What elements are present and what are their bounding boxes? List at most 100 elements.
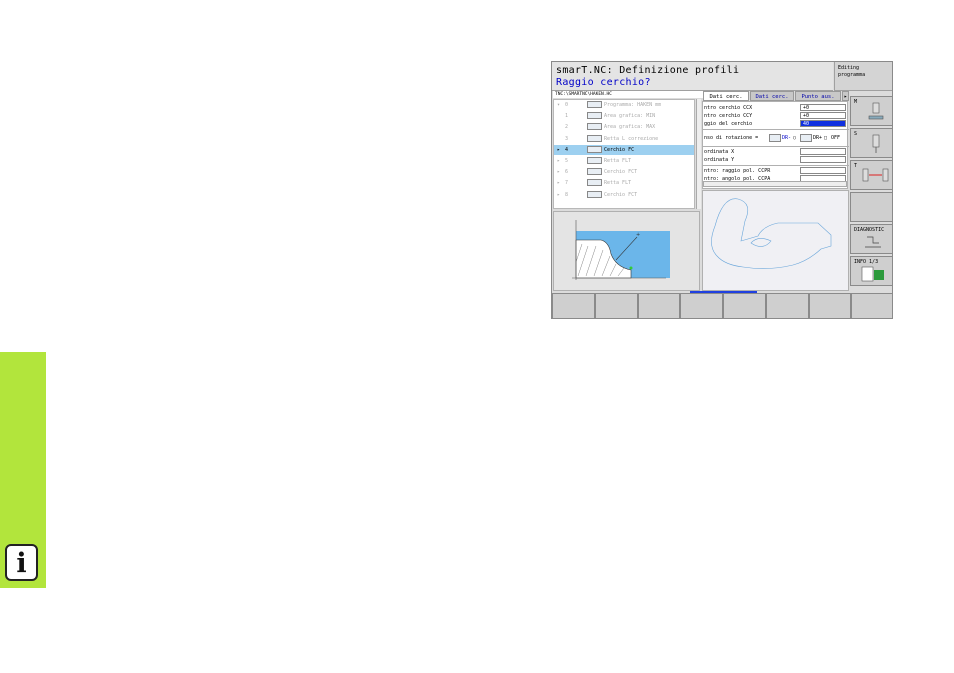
expand-arrow-icon[interactable]: ▸ <box>557 190 560 200</box>
contour-element-icon <box>587 145 602 153</box>
x-row: ordinata X <box>703 148 849 156</box>
dr-minus-option[interactable]: DR- <box>782 132 791 144</box>
softkey[interactable] <box>594 293 638 318</box>
side-button-label: T <box>854 163 858 169</box>
tree-item[interactable]: ▸ 7 Retta FLT <box>554 178 694 188</box>
softkey[interactable] <box>765 293 809 318</box>
rotation-row: nso di rotazione = DR- ○ DR+ □ OFF <box>703 132 849 144</box>
contour-element-icon <box>587 134 602 142</box>
ccy-label: ntro cerchio CCY <box>704 113 753 119</box>
off-checkbox[interactable]: □ <box>824 132 827 144</box>
info-button[interactable]: INFO 1/3 <box>850 256 892 286</box>
x-field[interactable] <box>800 148 846 155</box>
radius-field[interactable]: 40 <box>800 120 846 127</box>
softkey[interactable] <box>680 293 723 318</box>
expand-arrow-icon[interactable]: ▸ <box>557 156 560 166</box>
side-button-label: DIAGNOSTIC <box>854 227 885 233</box>
tree-item-number: 2 <box>565 124 569 131</box>
diagnostic-button[interactable]: DIAGNOSTIC <box>850 224 892 254</box>
mode-indicator: Editing programma <box>834 62 892 91</box>
expand-arrow-icon[interactable]: ▸ <box>557 145 560 155</box>
tree-item[interactable]: ▸ 6 Cerchio FCT <box>554 167 694 177</box>
side-button-s[interactable]: S <box>850 128 892 158</box>
tree-item[interactable]: 1 Area grafica: MIN <box>554 111 694 121</box>
tab-circle-data-1[interactable]: Dati cerc. <box>703 91 749 101</box>
rotation-label: nso di rotazione = <box>704 135 759 141</box>
info-panel-icon <box>861 266 884 282</box>
y-label: ordinata Y <box>704 157 735 163</box>
tree-item-label: Area grafica: MIN <box>604 113 656 120</box>
svg-text:+: + <box>636 232 640 238</box>
tree-item-number: 7 <box>565 180 569 187</box>
title-bar: smarT.NC: Definizione profili Raggio cer… <box>552 62 833 91</box>
tree-item-label: Cerchio FCT <box>604 191 638 198</box>
tree-item[interactable]: ▸ 4 Cerchio FC <box>554 144 694 155</box>
tree-item[interactable]: 3 Retta L correzione <box>554 134 694 144</box>
form-scrollbar[interactable] <box>703 181 847 187</box>
tree-item-label: Retta FLT <box>604 180 632 187</box>
tree-scrollbar[interactable] <box>696 99 701 209</box>
radius-label: ggio del cerchio <box>704 121 753 127</box>
radius-row: ggio del cerchio 40 <box>703 120 849 128</box>
dr-minus-radio[interactable]: ○ <box>793 132 796 144</box>
ccy-row: ntro cerchio CCY +0 <box>703 112 849 120</box>
ccpr-field[interactable] <box>800 167 846 174</box>
ccx-field[interactable]: +0 <box>800 104 846 111</box>
tree-item-number: 1 <box>565 113 569 120</box>
mode-line1: Editing <box>838 65 860 71</box>
dr-plus-option[interactable]: DR+ <box>813 132 822 144</box>
contour-element-icon <box>587 123 602 131</box>
tree-item-number: 8 <box>565 191 569 198</box>
tree-item[interactable]: 2 Area grafica: MAX <box>554 122 694 132</box>
expand-arrow-icon[interactable]: ▸ <box>557 167 560 177</box>
contour-element-icon <box>587 190 602 198</box>
tab-circle-data-2[interactable]: Dati cerc. <box>750 91 794 101</box>
side-button-t[interactable]: T <box>850 160 892 190</box>
help-graphic: + <box>553 211 700 291</box>
softkey[interactable] <box>723 293 766 318</box>
contour-element-icon <box>587 157 602 164</box>
tool-change-icon <box>862 168 889 182</box>
divider <box>703 146 849 147</box>
tree-item-label: Retta L correzione <box>604 135 659 142</box>
tool-icon <box>872 134 880 153</box>
spindle-icon <box>868 102 884 120</box>
y-field[interactable] <box>800 156 846 163</box>
mode-line2: programma <box>838 72 866 78</box>
contour-element-icon <box>587 179 602 187</box>
contour-element-icon <box>587 168 602 176</box>
softkey[interactable] <box>552 293 595 318</box>
diagnostic-icon <box>865 236 881 248</box>
tree-item-number: 4 <box>565 146 569 153</box>
tnc-screen: smarT.NC: Definizione profili Raggio cer… <box>551 61 893 319</box>
tree-item-label: Cerchio FC <box>604 146 635 153</box>
tree-item[interactable]: ▾ 0 Programma: HAKEN mm <box>554 100 694 110</box>
softkey[interactable] <box>808 293 852 318</box>
tree-item[interactable]: ▸ 8 Cerchio FCT <box>554 190 694 200</box>
file-path: TNC:\SMARTNC\HAKEN.HC <box>553 91 703 98</box>
softkey[interactable] <box>851 293 892 318</box>
program-tree: ▾ 0 Programma: HAKEN mm 1 Area grafica: MIN 2… <box>553 99 695 209</box>
side-button-label: M <box>854 99 858 105</box>
ccw-rotation-icon <box>769 134 781 142</box>
expand-arrow-icon[interactable]: ▸ <box>557 178 560 188</box>
cw-rotation-icon <box>800 134 812 142</box>
softkey-bar <box>552 293 892 318</box>
side-button-empty[interactable] <box>850 192 892 222</box>
side-button-m[interactable]: M <box>850 96 892 126</box>
tree-item-number: 6 <box>565 169 569 176</box>
tree-item[interactable]: ▸ 5 Retta FLT <box>554 156 694 166</box>
tab-aux-point[interactable]: Punto aus. <box>795 91 841 101</box>
ccy-field[interactable]: +0 <box>800 112 846 119</box>
off-option[interactable]: OFF <box>831 132 840 144</box>
tree-item-number: 5 <box>565 158 569 164</box>
tree-item-number: 3 <box>565 135 569 142</box>
ccx-label: ntro cerchio CCX <box>704 105 753 111</box>
softkey[interactable] <box>637 293 681 318</box>
page-title: smarT.NC: Definizione profili <box>556 65 740 76</box>
input-form: ntro cerchio CCX +0 ntro cerchio CCY +0 … <box>702 101 849 189</box>
expand-arrow-icon[interactable]: ▾ <box>557 100 560 110</box>
divider <box>703 129 849 130</box>
side-button-label: INFO 1/3 <box>854 259 879 265</box>
tab-scroll-right-icon[interactable]: ▸ <box>842 91 849 101</box>
